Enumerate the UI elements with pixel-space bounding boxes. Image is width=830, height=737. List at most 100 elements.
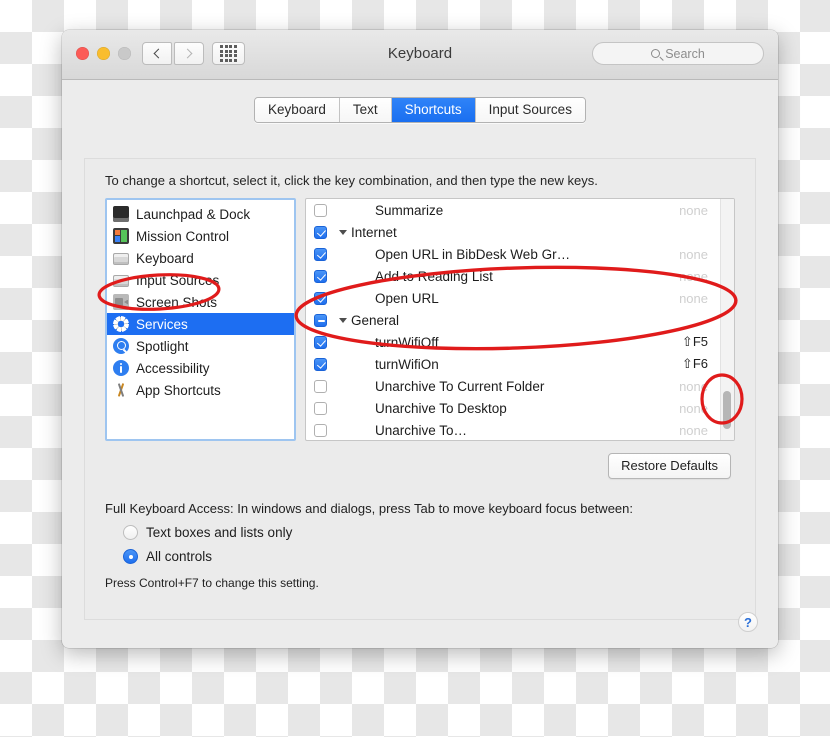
- row-checkbox[interactable]: [314, 335, 327, 349]
- list-item[interactable]: Unarchive To Desktop none: [306, 397, 734, 419]
- shortcut-name: Unarchive To Current Folder: [375, 378, 545, 394]
- shortcut-list[interactable]: Summarize none Internet Open URL in BibD…: [305, 198, 735, 441]
- row-checkbox[interactable]: [314, 313, 327, 327]
- list-item[interactable]: turnWifiOff ⇧F5: [306, 331, 734, 353]
- keyboard-preferences-window: Keyboard Search Keyboard Text Shortcuts …: [62, 30, 778, 648]
- restore-defaults-button[interactable]: Restore Defaults: [608, 453, 731, 479]
- input-sources-icon: [113, 275, 129, 287]
- sidebar-item-mission-control[interactable]: Mission Control: [107, 225, 294, 247]
- shortcut-value[interactable]: none: [679, 203, 708, 218]
- search-placeholder: Search: [665, 46, 705, 61]
- services-gear-icon: [113, 316, 129, 332]
- tab-shortcuts[interactable]: Shortcuts: [391, 98, 476, 122]
- mission-control-icon: [113, 228, 129, 244]
- shortcut-value[interactable]: none: [679, 247, 708, 262]
- radio-button[interactable]: [123, 549, 138, 564]
- tab-bar: Keyboard Text Shortcuts Input Sources: [254, 97, 586, 123]
- shortcut-name: Summarize: [375, 202, 444, 218]
- tab-bar-row: Keyboard Text Shortcuts Input Sources: [62, 97, 778, 123]
- shortcut-name: turnWifiOff: [375, 334, 439, 350]
- accessibility-icon: [113, 360, 129, 376]
- list-item[interactable]: turnWifiOn ⇧F6: [306, 353, 734, 375]
- sidebar-item-accessibility[interactable]: Accessibility: [107, 357, 294, 379]
- list-item[interactable]: Open URL none: [306, 287, 734, 309]
- window-titlebar: Keyboard Search: [62, 30, 778, 80]
- shortcut-name: Open URL in BibDesk Web Gr…: [375, 246, 571, 262]
- category-sidebar[interactable]: Launchpad & Dock Mission Control Keyboar…: [105, 198, 296, 441]
- search-field[interactable]: Search: [592, 42, 764, 65]
- row-checkbox[interactable]: [314, 423, 327, 437]
- tab-input-sources[interactable]: Input Sources: [475, 98, 585, 122]
- radio-label: Text boxes and lists only: [146, 525, 293, 540]
- row-checkbox[interactable]: [314, 379, 327, 393]
- shortcut-group-name: Internet: [351, 224, 397, 240]
- shortcuts-panel: To change a shortcut, select it, click t…: [84, 158, 756, 620]
- row-checkbox[interactable]: [314, 291, 327, 305]
- shortcut-value[interactable]: none: [679, 269, 708, 284]
- tab-keyboard[interactable]: Keyboard: [255, 98, 340, 122]
- sidebar-item-label: Launchpad & Dock: [136, 206, 251, 222]
- sidebar-item-screen-shots[interactable]: Screen Shots: [107, 291, 294, 313]
- shortcut-name: Open URL: [375, 290, 439, 306]
- shortcut-value[interactable]: none: [679, 379, 708, 394]
- row-checkbox[interactable]: [314, 401, 327, 415]
- sidebar-item-label: Accessibility: [136, 360, 210, 376]
- spotlight-icon: [113, 338, 129, 354]
- shortcut-group-name: General: [351, 312, 400, 328]
- shortcut-value[interactable]: ⇧F6: [682, 356, 708, 372]
- list-item[interactable]: Unarchive To… none: [306, 419, 734, 440]
- list-item[interactable]: Open URL in BibDesk Web Gr… none: [306, 243, 734, 265]
- tab-text[interactable]: Text: [339, 98, 392, 122]
- app-shortcuts-icon: [113, 382, 129, 398]
- restore-defaults-row: Restore Defaults: [85, 441, 755, 479]
- sidebar-item-label: Spotlight: [136, 338, 189, 354]
- row-checkbox[interactable]: [314, 357, 327, 371]
- sidebar-item-keyboard[interactable]: Keyboard: [107, 247, 294, 269]
- shortcut-name: Add to Reading List: [375, 268, 493, 284]
- screenshot-canvas: Keyboard Search Keyboard Text Shortcuts …: [0, 0, 830, 737]
- shortcut-value[interactable]: none: [679, 401, 708, 416]
- list-group-row[interactable]: Internet: [306, 221, 734, 243]
- row-checkbox[interactable]: [314, 269, 327, 283]
- shortcut-name: turnWifiOn: [375, 356, 439, 372]
- full-keyboard-access-title: Full Keyboard Access: In windows and dia…: [105, 501, 633, 516]
- keyboard-icon: [113, 253, 129, 265]
- row-checkbox[interactable]: [314, 247, 327, 261]
- sidebar-item-label: Mission Control: [136, 228, 230, 244]
- disclosure-triangle-icon[interactable]: [339, 318, 347, 323]
- sidebar-item-launchpad-dock[interactable]: Launchpad & Dock: [107, 203, 294, 225]
- list-group-row[interactable]: General: [306, 309, 734, 331]
- shortcut-value[interactable]: none: [679, 423, 708, 438]
- list-item[interactable]: Unarchive To Current Folder none: [306, 375, 734, 397]
- list-item[interactable]: Add to Reading List none: [306, 265, 734, 287]
- radio-button[interactable]: [123, 525, 138, 540]
- sidebar-item-spotlight[interactable]: Spotlight: [107, 335, 294, 357]
- scrollbar-thumb[interactable]: [723, 391, 731, 429]
- radio-all-controls[interactable]: All controls: [105, 549, 755, 564]
- sidebar-item-app-shortcuts[interactable]: App Shortcuts: [107, 379, 294, 401]
- shortcut-value[interactable]: ⇧F5: [682, 334, 708, 350]
- list-scrollbar[interactable]: [720, 199, 734, 440]
- row-checkbox[interactable]: [314, 203, 327, 217]
- search-icon: [651, 49, 661, 58]
- full-keyboard-access-section: Full Keyboard Access: In windows and dia…: [85, 479, 755, 590]
- shortcut-value[interactable]: none: [679, 291, 708, 306]
- help-button[interactable]: ?: [738, 612, 758, 632]
- row-checkbox[interactable]: [314, 225, 327, 239]
- sidebar-item-input-sources[interactable]: Input Sources: [107, 269, 294, 291]
- lists-row: Launchpad & Dock Mission Control Keyboar…: [85, 188, 755, 441]
- sidebar-item-label: Keyboard: [136, 250, 194, 266]
- sidebar-item-services[interactable]: Services: [107, 313, 294, 335]
- dock-icon: [113, 206, 129, 222]
- sidebar-item-label: App Shortcuts: [136, 382, 221, 398]
- sidebar-item-label: Services: [136, 316, 188, 332]
- shortcut-name: Unarchive To…: [375, 422, 468, 438]
- full-keyboard-access-note: Press Control+F7 to change this setting.: [105, 576, 319, 590]
- disclosure-triangle-icon[interactable]: [339, 230, 347, 235]
- list-item[interactable]: Summarize none: [306, 199, 734, 221]
- shortcut-name: Unarchive To Desktop: [375, 400, 507, 416]
- radio-label: All controls: [146, 549, 213, 564]
- radio-text-boxes-and-lists-only[interactable]: Text boxes and lists only: [105, 525, 755, 540]
- sidebar-item-label: Screen Shots: [136, 294, 218, 310]
- sidebar-item-label: Input Sources: [136, 272, 220, 288]
